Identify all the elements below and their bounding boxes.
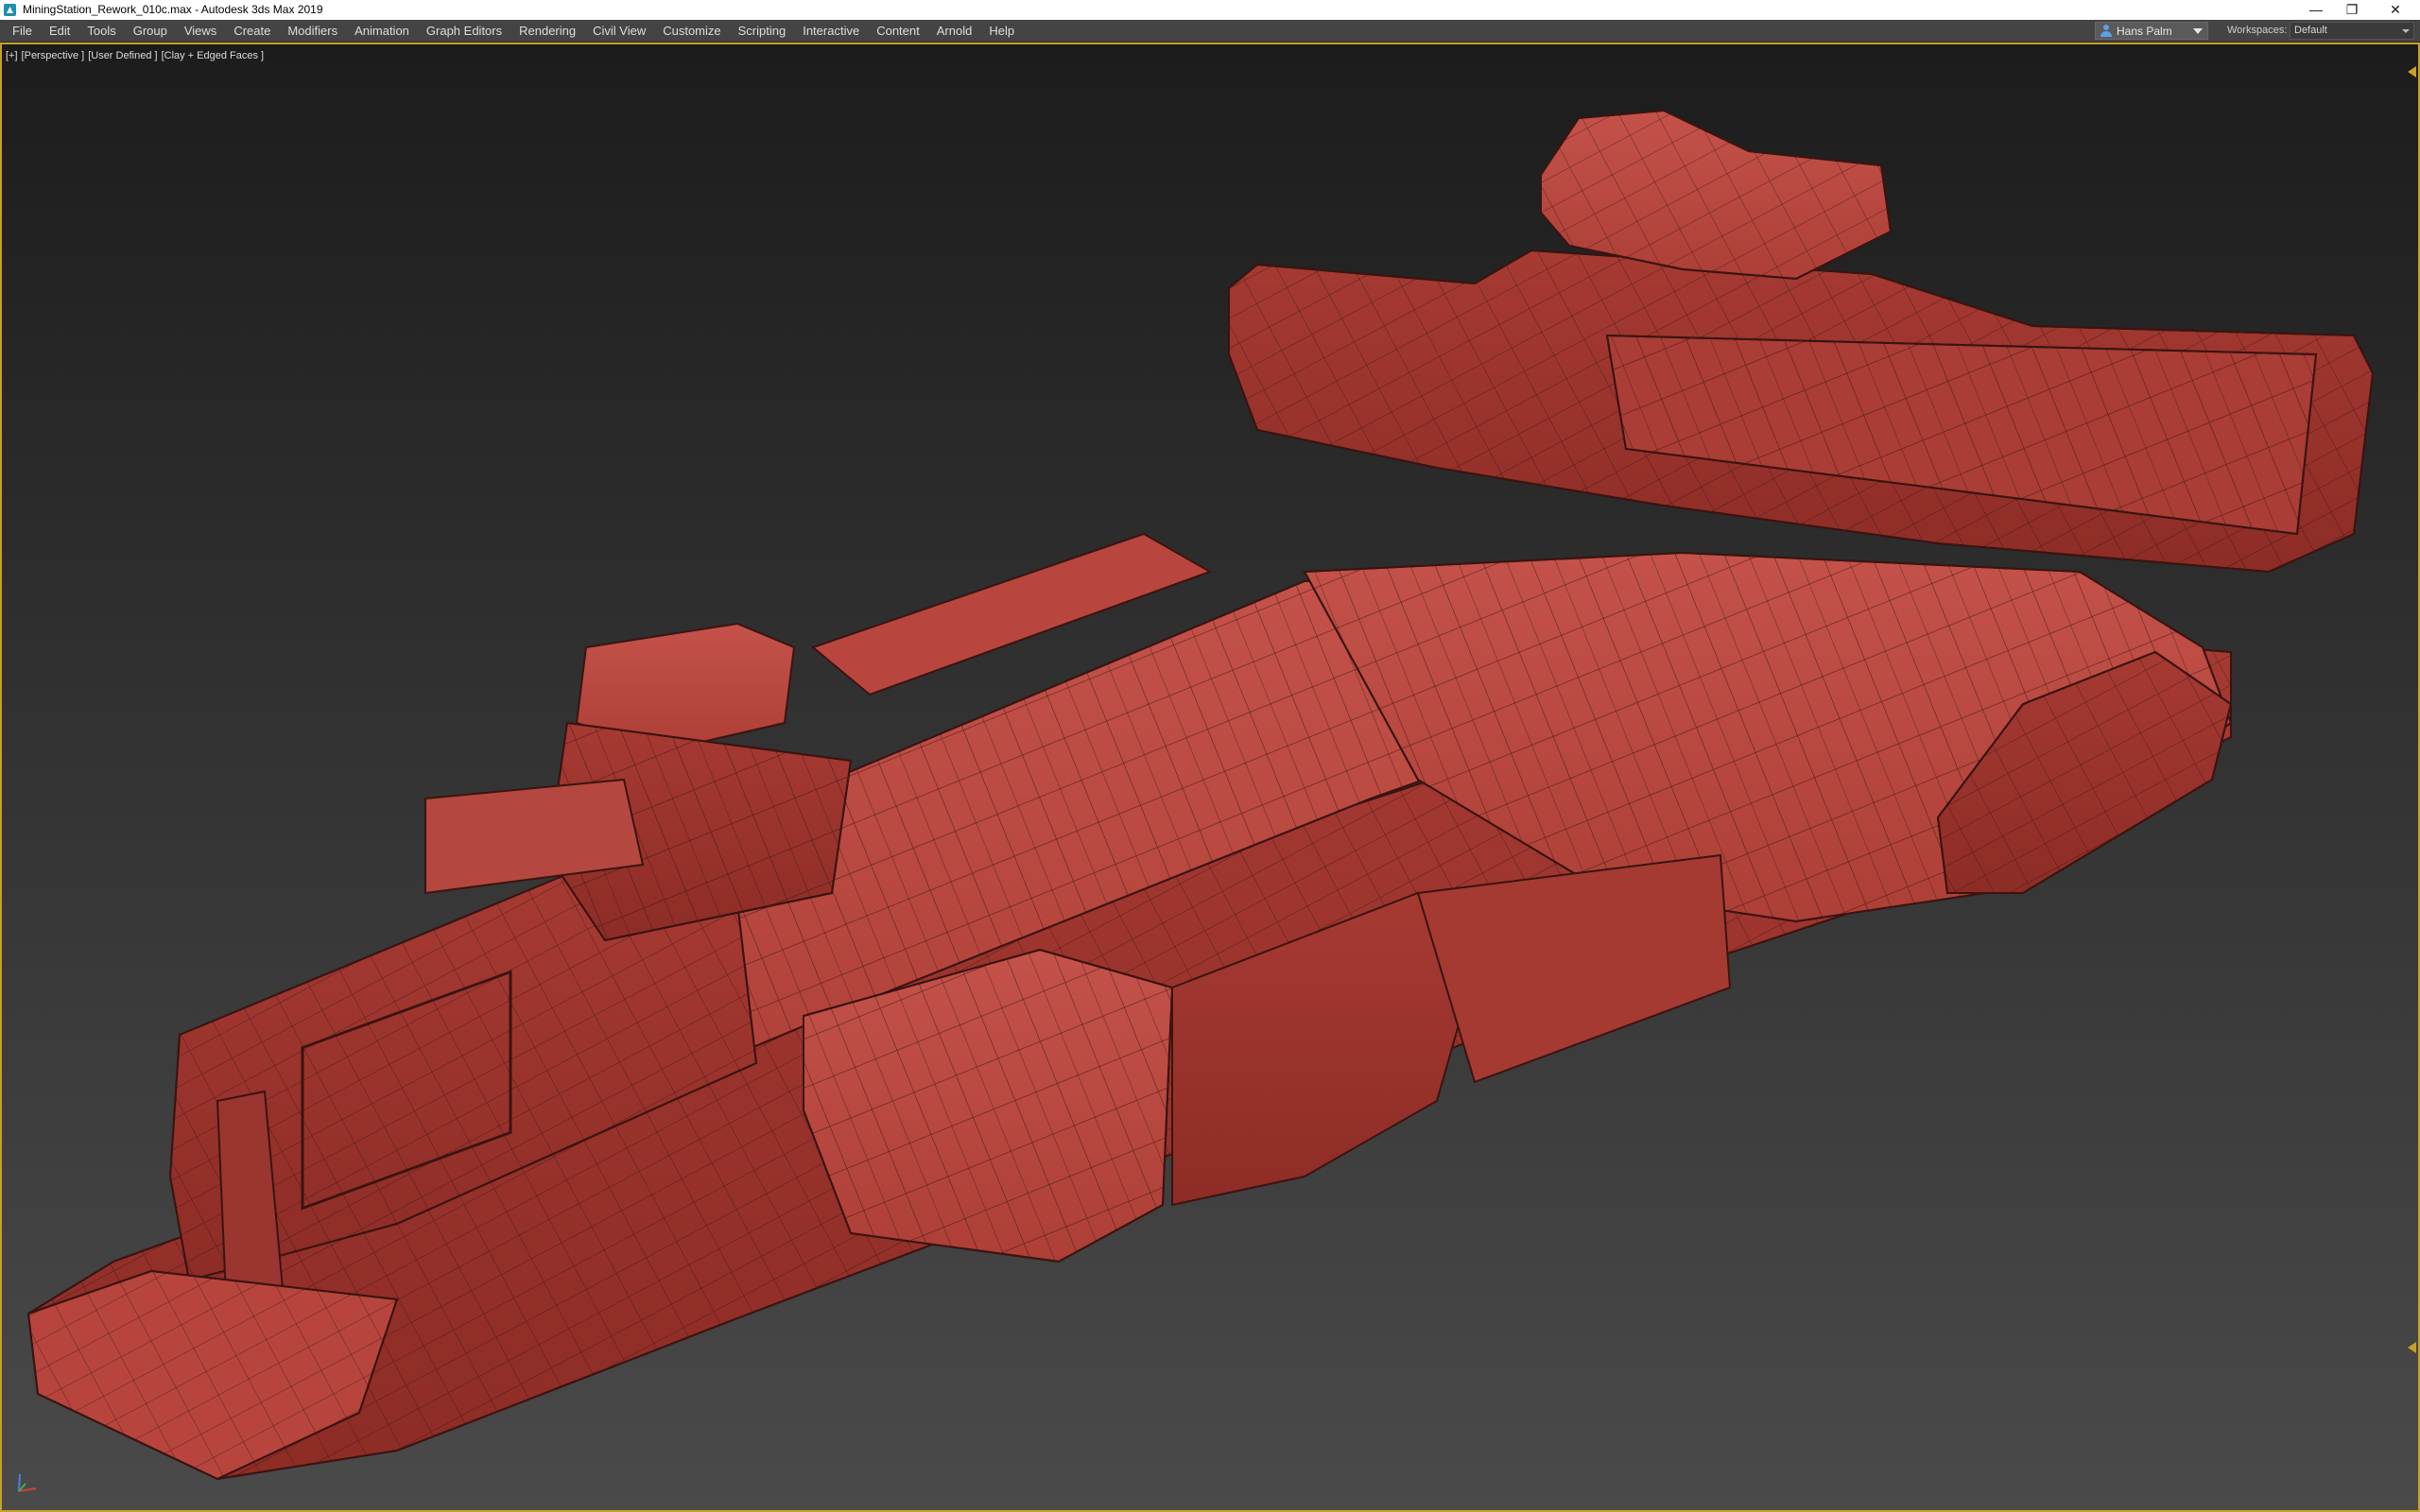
menu-edit[interactable]: Edit bbox=[41, 20, 78, 42]
viewport-shading-label[interactable]: [Clay + Edged Faces ] bbox=[162, 50, 265, 61]
menu-create[interactable]: Create bbox=[225, 20, 279, 42]
menu-views[interactable]: Views bbox=[176, 20, 225, 42]
menu-modifiers[interactable]: Modifiers bbox=[279, 20, 346, 42]
forward-superstructure bbox=[424, 622, 853, 942]
viewport-safe-frame-label[interactable]: [User Defined ] bbox=[88, 50, 157, 61]
menu-help[interactable]: Help bbox=[980, 20, 1023, 42]
window-title: MiningStation_Rework_010c.max - Autodesk… bbox=[23, 3, 323, 16]
menu-tools[interactable]: Tools bbox=[78, 20, 124, 42]
menu-rendering[interactable]: Rendering bbox=[510, 20, 584, 42]
workspaces-value: Default bbox=[2294, 25, 2327, 36]
menu-scripting[interactable]: Scripting bbox=[730, 20, 795, 42]
menu-graph-editors[interactable]: Graph Editors bbox=[418, 20, 510, 42]
restore-button[interactable]: ❐ bbox=[2331, 0, 2373, 20]
viewport-edge-marker-bottom bbox=[2408, 1342, 2416, 1353]
3dsmax-app-icon bbox=[4, 4, 16, 16]
menu-group[interactable]: Group bbox=[125, 20, 176, 42]
workspaces-select[interactable]: Default bbox=[2290, 22, 2414, 40]
workspaces-label: Workspaces: bbox=[2227, 25, 2288, 36]
title-bar: MiningStation_Rework_010c.max - Autodesk… bbox=[0, 0, 2420, 20]
menu-interactive[interactable]: Interactive bbox=[794, 20, 868, 42]
chevron-down-icon bbox=[2402, 29, 2410, 33]
mining-station-model[interactable] bbox=[0, 43, 2420, 1512]
menu-civil-view[interactable]: Civil View bbox=[584, 20, 654, 42]
menu-file[interactable]: File bbox=[9, 20, 41, 42]
viewport-label-menu: [+] [Perspective ] [User Defined ] [Clay… bbox=[6, 50, 264, 61]
viewport-edge-marker-top bbox=[2408, 66, 2416, 77]
user-name: Hans Palm bbox=[2117, 25, 2172, 38]
main-menu: File Edit Tools Group Views Create Modif… bbox=[9, 20, 1023, 42]
menu-content[interactable]: Content bbox=[868, 20, 928, 42]
perspective-viewport[interactable]: [+] [Perspective ] [User Defined ] [Clay… bbox=[0, 43, 2420, 1512]
command-tower bbox=[1540, 109, 1893, 281]
menu-arnold[interactable]: Arnold bbox=[928, 20, 981, 42]
user-account-dropdown[interactable]: Hans Palm bbox=[2095, 22, 2208, 40]
menu-bar: File Edit Tools Group Views Create Modif… bbox=[0, 20, 2420, 43]
user-icon bbox=[2100, 25, 2112, 37]
chevron-down-icon bbox=[2193, 28, 2203, 34]
viewport-pov-label[interactable]: [Perspective ] bbox=[22, 50, 85, 61]
menu-customize[interactable]: Customize bbox=[654, 20, 729, 42]
upper-habitat-block bbox=[1228, 249, 2375, 574]
close-button[interactable]: ✕ bbox=[2375, 0, 2416, 20]
viewport-plus-menu[interactable]: [+] bbox=[6, 50, 18, 61]
axis-tripod-icon bbox=[18, 1473, 37, 1492]
menu-animation[interactable]: Animation bbox=[346, 20, 418, 42]
